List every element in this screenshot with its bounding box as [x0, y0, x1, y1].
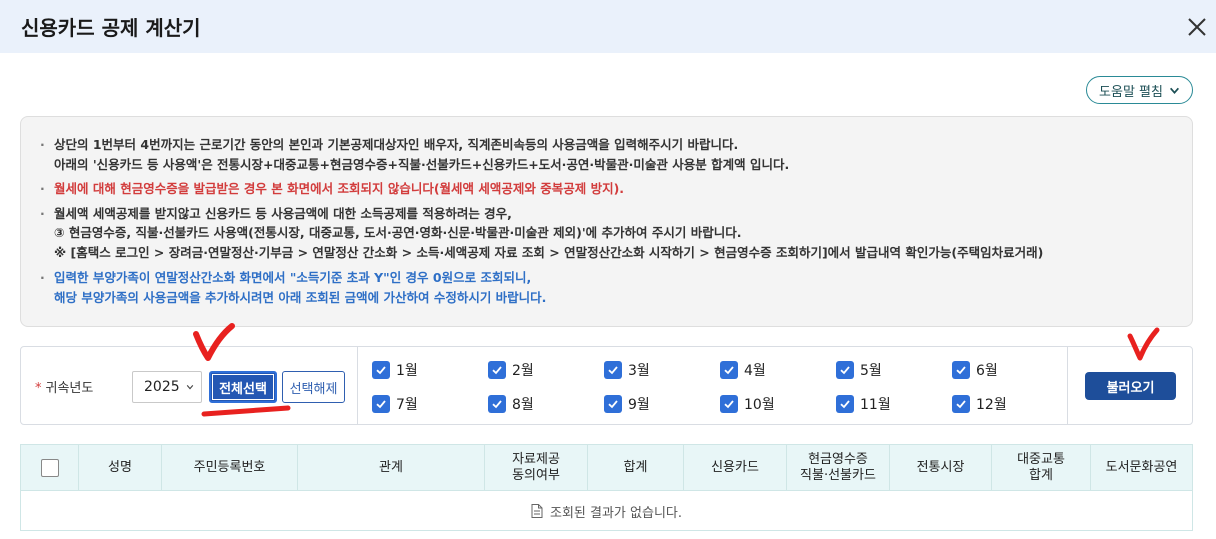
help-toggle-label: 도움말 펼침	[1099, 84, 1163, 100]
month-label: 12월	[976, 397, 1007, 413]
month-label: 4월	[744, 363, 766, 379]
column-header: 현금영수증 직불·선불카드	[787, 445, 890, 491]
deselect-all-button[interactable]: 선택해제	[282, 371, 345, 403]
month-checkbox-12[interactable]: 12월	[952, 394, 1007, 414]
notice-line-info: 입력한 부양가족이 연말정산간소화 화면에서 "소득기준 초과 Y"인 경우 0…	[40, 270, 531, 286]
checkbox-checked-icon	[952, 361, 970, 379]
column-header: 신용카드	[684, 445, 787, 491]
year-select[interactable]: 2025	[132, 371, 202, 403]
notice-line: 상단의 1번부터 4번까지는 근로기간 동안의 본인과 기본공제대상자인 배우자…	[40, 137, 738, 153]
month-checkbox-8[interactable]: 8월	[488, 394, 534, 414]
checkbox-checked-icon	[372, 361, 390, 379]
month-checkbox-6[interactable]: 6월	[952, 360, 998, 380]
notice-line-info: 해당 부양가족의 사용금액을 추가하시려면 아래 조회된 금액에 가산하여 수정…	[54, 290, 547, 305]
close-button[interactable]	[1184, 14, 1210, 40]
month-label: 7월	[396, 397, 418, 413]
month-label: 11월	[860, 397, 891, 413]
month-checkbox-1[interactable]: 1월	[372, 360, 418, 380]
column-header: 관계	[298, 445, 485, 491]
month-label: 5월	[860, 363, 882, 379]
month-label: 6월	[976, 363, 998, 379]
checkbox-checked-icon	[720, 361, 738, 379]
divider	[357, 347, 358, 424]
load-button[interactable]: 불러오기	[1085, 372, 1176, 400]
select-all-button[interactable]: 전체선택	[209, 371, 277, 403]
month-label: 3월	[628, 363, 650, 379]
checkbox-checked-icon	[720, 395, 738, 413]
month-checkbox-3[interactable]: 3월	[604, 360, 650, 380]
notice-line: 월세액 세액공제를 받지않고 신용카드 등 사용금액에 대한 소득공제를 적용하…	[40, 206, 512, 222]
year-label-text: 귀속년도	[45, 381, 94, 396]
column-header: 자료제공 동의여부	[485, 445, 588, 491]
month-checkbox-5[interactable]: 5월	[836, 360, 882, 380]
month-checkbox-11[interactable]: 11월	[836, 394, 891, 414]
table-header: 성명 주민등록번호 관계 자료제공 동의여부 합계 신용카드 현금영수증 직불·…	[21, 445, 1192, 491]
column-header: 성명	[79, 445, 162, 491]
month-checkbox-9[interactable]: 9월	[604, 394, 650, 414]
results-table: 성명 주민등록번호 관계 자료제공 동의여부 합계 신용카드 현금영수증 직불·…	[20, 444, 1193, 531]
checkbox-checked-icon	[836, 395, 854, 413]
checkbox-checked-icon	[604, 361, 622, 379]
checkbox-checked-icon	[604, 395, 622, 413]
window-title: 신용카드 공제 계산기	[21, 16, 201, 40]
month-label: 10월	[744, 397, 775, 413]
header-select-all-cell	[21, 445, 79, 491]
column-header: 전통시장	[890, 445, 992, 491]
checkbox-checked-icon	[372, 395, 390, 413]
help-toggle-button[interactable]: 도움말 펼침	[1086, 76, 1193, 104]
document-icon	[531, 504, 543, 518]
checkbox-checked-icon	[836, 361, 854, 379]
column-header: 도서문화공연	[1105, 460, 1178, 475]
month-label: 2월	[512, 363, 534, 379]
close-icon	[1188, 18, 1206, 36]
notice-line: ※ [홈택스 로그인 > 장려금·연말정산·기부금 > 연말정산 간소화 > 소…	[54, 245, 1044, 260]
month-checkbox-2[interactable]: 2월	[488, 360, 534, 380]
notice-box: 상단의 1번부터 4번까지는 근로기간 동안의 본인과 기본공제대상자인 배우자…	[20, 116, 1193, 327]
column-header: 합계	[588, 445, 684, 491]
checkbox-checked-icon	[488, 361, 506, 379]
month-label: 1월	[396, 363, 418, 379]
month-checkbox-4[interactable]: 4월	[720, 360, 766, 380]
empty-message: 조회된 결과가 없습니다.	[550, 505, 682, 521]
select-all-rows-checkbox[interactable]	[40, 459, 59, 477]
notice-line: 아래의 '신용카드 등 사용액'은 전통시장+대중교통+현금영수증+직불·선불카…	[54, 157, 790, 172]
chevron-down-icon	[186, 385, 193, 390]
month-checkbox-10[interactable]: 10월	[720, 394, 775, 414]
column-header: 대중교통 합계	[992, 445, 1091, 491]
chevron-down-icon	[1169, 87, 1179, 94]
required-mark: *	[35, 381, 42, 396]
filter-bar: * 귀속년도 2025 전체선택 선택해제 1월 2월 3월 4월 5월 6월 7…	[20, 346, 1193, 425]
checkbox-checked-icon	[488, 395, 506, 413]
column-header: 주민등록번호	[162, 445, 298, 491]
month-label: 8월	[512, 397, 534, 413]
month-checkbox-7[interactable]: 7월	[372, 394, 418, 414]
divider	[1067, 347, 1068, 424]
checkbox-checked-icon	[952, 395, 970, 413]
month-label: 9월	[628, 397, 650, 413]
year-select-value: 2025	[144, 379, 180, 395]
year-label: * 귀속년도	[35, 377, 93, 396]
empty-result-row: 조회된 결과가 없습니다.	[21, 492, 1192, 530]
notice-line: ③ 현금영수증, 직불·선불카드 사용액(전통시장, 대중교통, 도서·공연·영…	[54, 225, 742, 240]
notice-line-warning: 월세에 대해 현금영수증을 발급받은 경우 본 화면에서 조회되지 않습니다(월…	[40, 181, 624, 197]
title-bar: 신용카드 공제 계산기	[0, 0, 1216, 53]
